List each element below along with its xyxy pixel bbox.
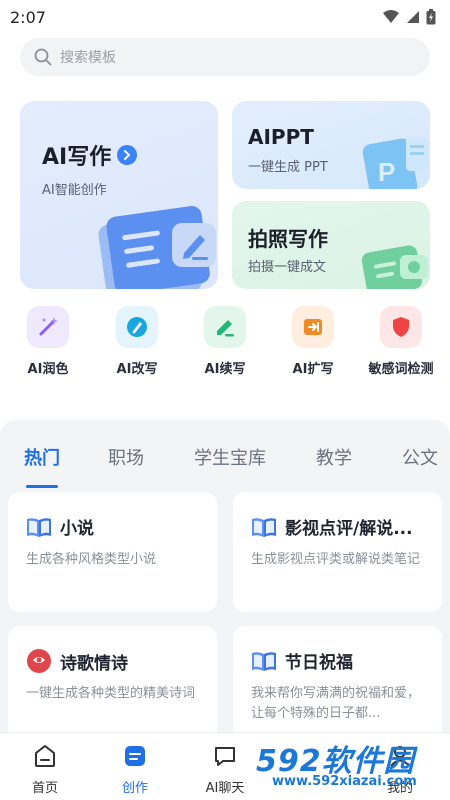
search-placeholder: 搜索模板 [60, 50, 116, 66]
search-icon [34, 48, 52, 66]
template-panel: 热门 职场 学生宝库 教学 公文 小说 生成各种风格类型小说 影视点评/解说..… [0, 420, 450, 746]
book-icon [27, 517, 51, 537]
tools-row: AI润色 AI改写 AI续写 AI扩写 敏感词检测 [0, 306, 450, 386]
svg-text:P: P [378, 157, 395, 187]
tool-ai-continue[interactable]: AI续写 [180, 306, 270, 377]
template-title: 小说 [60, 519, 94, 539]
template-desc: 一键生成各种类型的精美诗词 [26, 686, 196, 701]
photo-write-card[interactable]: 拍照写作 拍摄一键成文 [232, 201, 430, 289]
status-icons [382, 9, 436, 25]
template-card-festival[interactable]: 节日祝福 我来帮你写满满的祝福和爱，让每个特殊的日子都... [233, 626, 442, 746]
template-title: 节日祝福 [285, 653, 353, 673]
watermark: 592软件园 www.592xiazai.com [250, 734, 450, 794]
ai-write-subtitle: AI智能创作 [42, 183, 107, 198]
tool-label: AI润色 [27, 362, 69, 377]
status-time: 2:07 [10, 7, 46, 27]
tool-label: 敏感词检测 [368, 362, 434, 377]
template-desc: 我来帮你写满满的祝福和爱，让每个特殊的日子都... [251, 686, 421, 721]
nav-label: 创作 [121, 781, 148, 796]
wifi-icon [383, 10, 399, 23]
template-title-row: 诗歌情诗 [26, 648, 128, 674]
photo-write-subtitle: 拍摄一键成文 [248, 260, 327, 275]
template-title: 影视点评/解说... [285, 519, 413, 539]
pencil-icon [204, 306, 246, 348]
ai-write-card[interactable]: AI写作 AI智能创作 [20, 101, 218, 289]
tab-underline [26, 485, 58, 488]
shield-icon [380, 306, 422, 348]
template-desc: 生成各种风格类型小说 [26, 552, 157, 567]
tab-workplace[interactable]: 职场 [108, 444, 144, 470]
ai-ppt-card[interactable]: AIPPT 一键生成 PPT P [232, 101, 430, 189]
camera-doc-icon [361, 245, 428, 289]
template-tabs: 热门 职场 学生宝库 教学 公文 [0, 444, 450, 484]
template-title-row: 影视点评/解说... [251, 514, 413, 539]
template-title: 诗歌情诗 [60, 653, 128, 674]
tab-teaching[interactable]: 教学 [316, 444, 352, 470]
nav-create[interactable]: 创作 [100, 743, 170, 796]
chat-icon [215, 747, 235, 766]
tab-official-docs[interactable]: 公文 [402, 444, 438, 470]
status-bar: 2:07 [0, 0, 450, 34]
ai-ppt-subtitle: 一键生成 PPT [248, 160, 328, 175]
magic-wand-icon [27, 306, 69, 348]
ai-write-title: AI写作 [42, 145, 112, 170]
expand-icon [292, 306, 334, 348]
tool-label: AI改写 [116, 362, 158, 377]
template-card-novel[interactable]: 小说 生成各种风格类型小说 [8, 492, 217, 612]
battery-icon [426, 9, 436, 25]
nav-home[interactable]: 首页 [10, 743, 80, 796]
pen-circle-icon [116, 306, 158, 348]
book-icon [252, 651, 276, 671]
template-title-row: 小说 [26, 514, 94, 539]
tool-sensitive-check[interactable]: 敏感词检测 [356, 306, 446, 377]
chevron-right-icon [117, 145, 138, 165]
tab-student[interactable]: 学生宝库 [194, 444, 266, 470]
tool-label: AI续写 [204, 362, 246, 377]
watermark-url: www.592xiazai.com [272, 774, 417, 789]
poem-icon [27, 649, 51, 673]
template-title-row: 节日祝福 [251, 648, 353, 673]
template-card-film-review[interactable]: 影视点评/解说... 生成影视点评类或解说类笔记 [233, 492, 442, 612]
ai-write-title-row: AI写作 [42, 139, 138, 171]
tool-ai-polish[interactable]: AI润色 [3, 306, 93, 377]
photo-write-title: 拍照写作 [248, 227, 328, 251]
tool-label: AI扩写 [292, 362, 334, 377]
search-input[interactable]: 搜索模板 [20, 38, 430, 76]
nav-label: 首页 [31, 781, 58, 796]
book-icon [252, 517, 276, 537]
ppt-file-icon: P [362, 137, 428, 189]
home-icon [35, 745, 55, 767]
ai-ppt-title: AIPPT [248, 125, 314, 149]
document-illustration-icon [98, 205, 216, 289]
tool-ai-expand[interactable]: AI扩写 [268, 306, 358, 377]
signal-icon [407, 11, 419, 23]
template-card-poem[interactable]: 诗歌情诗 一键生成各种类型的精美诗词 [8, 626, 217, 746]
tab-hot[interactable]: 热门 [24, 444, 60, 470]
tool-ai-rewrite[interactable]: AI改写 [92, 306, 182, 377]
create-icon [125, 746, 145, 766]
template-desc: 生成影视点评类或解说类笔记 [251, 552, 421, 567]
